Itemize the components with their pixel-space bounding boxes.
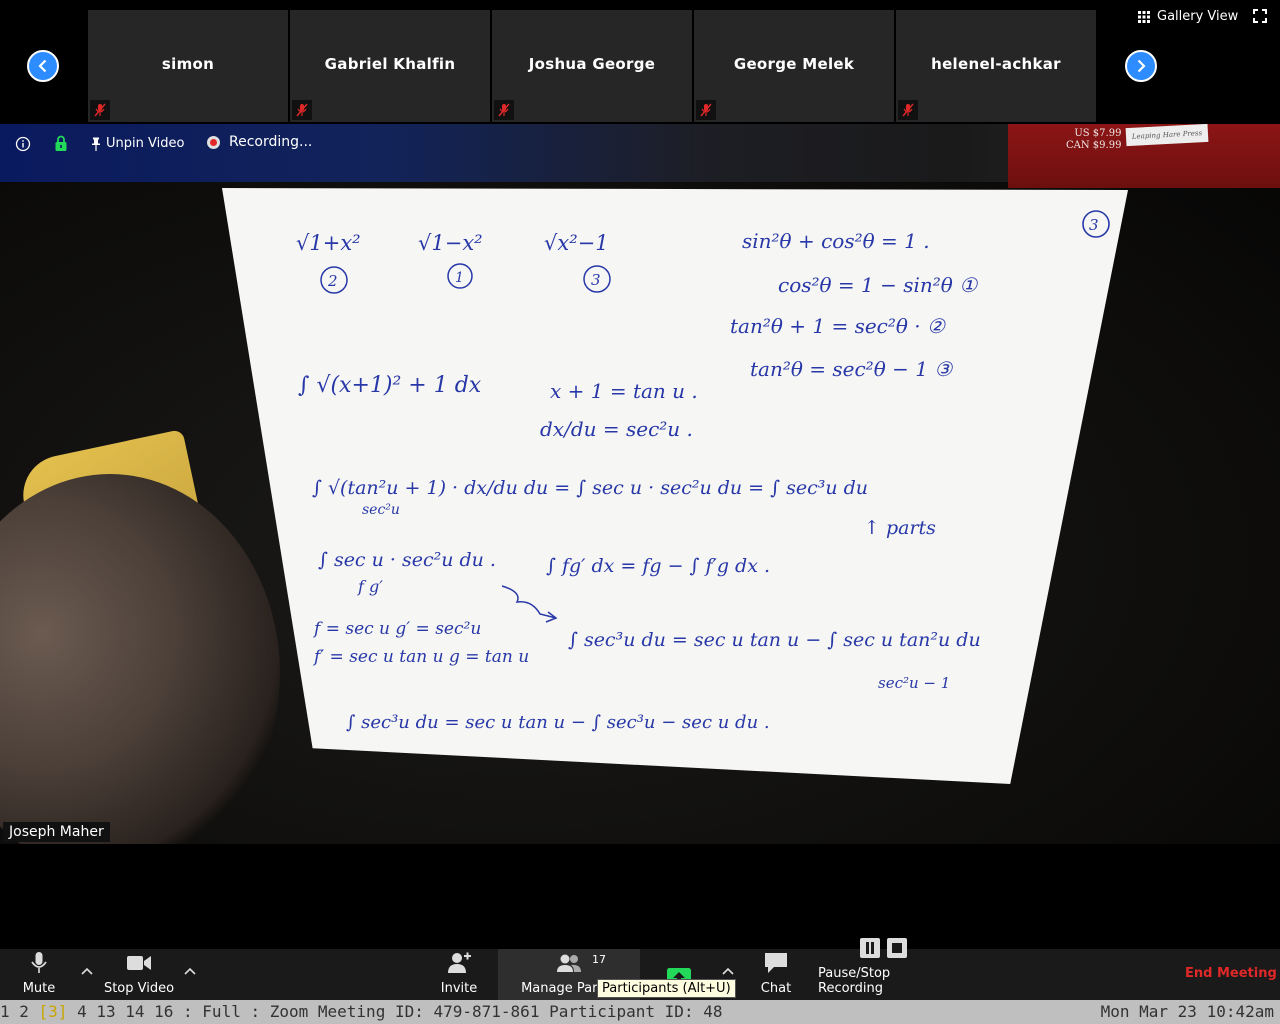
recording-status-label: Recording... bbox=[229, 134, 313, 150]
participant-strip: simon Gabriel Khalfin Joshua George Geor… bbox=[0, 0, 1280, 124]
chevron-right-icon bbox=[1137, 59, 1146, 73]
fullscreen-icon[interactable] bbox=[1253, 9, 1267, 23]
window-title: 4 13 14 16 : Full : Zoom Meeting ID: 479… bbox=[67, 1002, 723, 1021]
participants-icon bbox=[556, 950, 582, 976]
participant-name: Gabriel Khalfin bbox=[324, 55, 456, 73]
whiteboard-line: sec²u bbox=[362, 502, 400, 518]
whiteboard-line: 1 bbox=[455, 270, 464, 286]
terminal-status-bar: 1 2 [3] 4 13 14 16 : Full : Zoom Meeting… bbox=[0, 1000, 1280, 1024]
active-speaker-video: US $7.99 CAN $9.99 Leaping Hare Press 3 … bbox=[0, 124, 1280, 844]
gallery-view-label: Gallery View bbox=[1157, 9, 1239, 24]
mic-muted-icon bbox=[898, 100, 918, 120]
chevron-up-icon[interactable] bbox=[81, 966, 93, 976]
lock-icon[interactable] bbox=[53, 135, 69, 152]
whiteboard-line: sin²θ + cos²θ = 1 . bbox=[742, 229, 930, 253]
participants-tooltip: Participants (Alt+U) bbox=[597, 979, 736, 998]
whiteboard-line: tan²θ + 1 = sec²θ · ② bbox=[730, 314, 946, 338]
speaker-name-label: Joseph Maher bbox=[3, 822, 110, 842]
gallery-view-button[interactable]: Gallery View bbox=[1137, 9, 1238, 24]
chevron-up-icon[interactable] bbox=[184, 966, 196, 976]
book-price: US $7.99 CAN $9.99 bbox=[1066, 128, 1122, 151]
whiteboard-writing: 3 √1+x² √1−x² √x²−1 2 1 3 sin²θ + cos²θ … bbox=[296, 210, 1110, 733]
participant-count-badge: 17 bbox=[592, 953, 606, 966]
chevron-left-icon bbox=[38, 59, 47, 73]
participant-tile[interactable]: Gabriel Khalfin bbox=[290, 10, 490, 122]
whiteboard-line: dx/du = sec²u . bbox=[540, 417, 693, 441]
whiteboard-line: ∫ sec³u du = sec u tan u − ∫ sec³u − sec… bbox=[346, 712, 770, 733]
pin-icon bbox=[92, 137, 100, 151]
whiteboard-line: ∫ fg′ dx = fg − ∫ f′g dx . bbox=[546, 555, 770, 577]
whiteboard-line: sec²u − 1 bbox=[878, 674, 950, 692]
pause-stop-recording-button[interactable]: Pause/Stop Recording bbox=[818, 938, 952, 1000]
whiteboard-line: √1+x² bbox=[296, 231, 361, 255]
grid-icon bbox=[1138, 10, 1150, 23]
whiteboard-line: tan²θ = sec²θ − 1 ③ bbox=[750, 357, 953, 381]
whiteboard-line: ∫ √(x+1)² + 1 dx bbox=[298, 373, 482, 398]
whiteboard-line: √x²−1 bbox=[544, 231, 609, 255]
invite-label: Invite bbox=[440, 981, 478, 996]
whiteboard-line: x + 1 = tan u . bbox=[550, 379, 698, 403]
book-sticker: Leaping Hare Press bbox=[1125, 124, 1209, 147]
add-user-icon bbox=[446, 950, 472, 976]
whiteboard-line: √1−x² bbox=[418, 231, 483, 255]
previous-page-button[interactable] bbox=[27, 50, 59, 82]
unpin-video-label: Unpin Video bbox=[106, 136, 185, 151]
stop-video-label: Stop Video bbox=[103, 981, 175, 996]
current-window[interactable]: [3] bbox=[39, 1002, 68, 1021]
participant-tile[interactable]: Joshua George bbox=[492, 10, 692, 122]
whiteboard-line: 2 bbox=[327, 272, 338, 290]
window-list[interactable]: 1 2 bbox=[0, 1002, 39, 1021]
next-page-button[interactable] bbox=[1125, 50, 1157, 82]
whiteboard-line: ∫ sec u · sec²u du . bbox=[318, 549, 496, 571]
participant-tile[interactable]: simon bbox=[88, 10, 288, 122]
book-cover: US $7.99 CAN $9.99 Leaping Hare Press bbox=[1008, 124, 1280, 188]
whiteboard-line: ↑ parts bbox=[864, 517, 936, 539]
whiteboard-line: ∫ √(tan²u + 1) · dx/du du = ∫ sec u · se… bbox=[312, 477, 868, 499]
chat-icon bbox=[763, 950, 789, 976]
participant-tile[interactable]: helenel-achkar bbox=[896, 10, 1096, 122]
whiteboard: 3 √1+x² √1−x² √x²−1 2 1 3 sin²θ + cos²θ … bbox=[222, 188, 1128, 784]
page-number: 3 bbox=[1089, 216, 1099, 234]
whiteboard-line: f g′ bbox=[357, 577, 383, 596]
recording-indicator[interactable]: Recording... bbox=[207, 134, 312, 150]
participant-name: helenel-achkar bbox=[931, 55, 1061, 73]
presenter-hand bbox=[0, 474, 280, 844]
chat-label: Chat bbox=[760, 981, 792, 996]
recording-dot-icon bbox=[207, 135, 220, 149]
mute-button[interactable]: Mute bbox=[14, 949, 64, 1000]
mute-label: Mute bbox=[22, 981, 56, 996]
pause-stop-icon bbox=[859, 935, 911, 961]
stop-video-button[interactable]: Stop Video bbox=[100, 949, 178, 1000]
mic-muted-icon bbox=[292, 100, 312, 120]
meeting-info-icon[interactable] bbox=[15, 136, 31, 152]
mic-muted-icon bbox=[696, 100, 716, 120]
whiteboard-line: f′ = sec u tan u g = tan u bbox=[312, 647, 529, 667]
participant-name: George Melek bbox=[733, 55, 855, 73]
whiteboard-line: f = sec u g′ = sec²u bbox=[312, 619, 481, 639]
chevron-up-icon[interactable] bbox=[722, 966, 734, 976]
unpin-video-button[interactable]: Unpin Video bbox=[91, 136, 184, 151]
clock: Mon Mar 23 10:42am bbox=[1100, 1002, 1274, 1021]
invite-button[interactable]: Invite bbox=[438, 949, 480, 1000]
whiteboard-line: 3 bbox=[591, 271, 601, 289]
participant-name: simon bbox=[161, 55, 215, 73]
chat-button[interactable]: Chat bbox=[758, 949, 794, 1000]
whiteboard-line: cos²θ = 1 − sin²θ ① bbox=[778, 273, 978, 297]
video-camera-icon bbox=[126, 950, 152, 976]
participant-name: Joshua George bbox=[528, 55, 656, 73]
microphone-icon bbox=[26, 950, 52, 976]
pause-stop-recording-label: Pause/Stop Recording bbox=[818, 966, 891, 996]
mic-muted-icon bbox=[494, 100, 514, 120]
whiteboard-line: ∫ sec³u du = sec u tan u − ∫ sec u tan²u… bbox=[568, 629, 981, 651]
mic-muted-icon bbox=[90, 100, 110, 120]
end-meeting-button[interactable]: End Meeting bbox=[1185, 966, 1277, 981]
participant-tile[interactable]: George Melek bbox=[694, 10, 894, 122]
